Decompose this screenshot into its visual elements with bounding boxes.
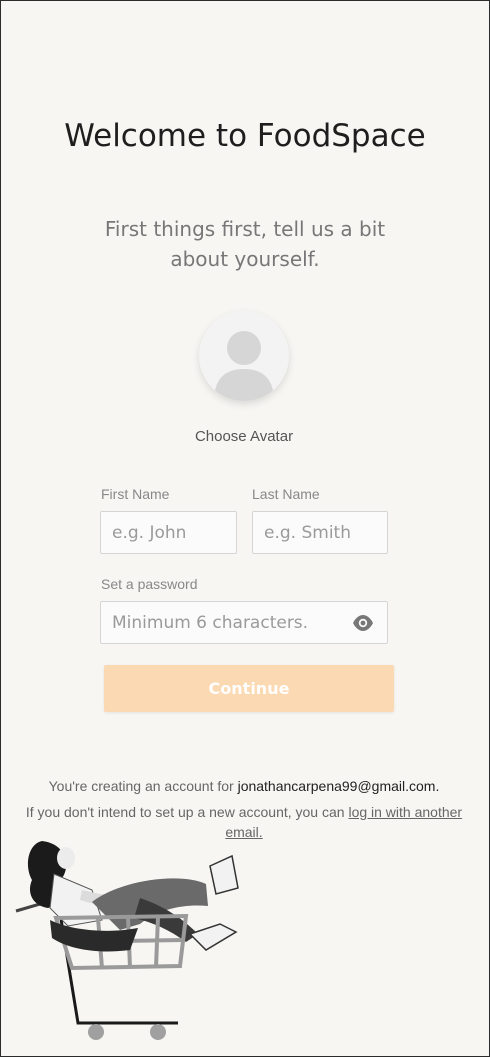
alternate-login-prefix: If you don't intend to set up a new acco… (25, 804, 345, 820)
first-name-input[interactable] (100, 511, 237, 554)
page-title: Welcome to FoodSpace (0, 112, 490, 160)
continue-button[interactable]: Continue (104, 665, 394, 712)
last-name-input[interactable] (252, 511, 388, 554)
page-title-text: Welcome to FoodSpace (64, 118, 426, 154)
account-prefix: You're creating an account for (48, 778, 234, 794)
shopping-cart-illustration (15, 841, 239, 1040)
eye-icon[interactable] (351, 613, 375, 633)
avatar-picker[interactable] (199, 311, 289, 401)
user-avatar-icon (199, 311, 289, 401)
alternate-login-info: If you don't intend to set up a new acco… (8, 802, 480, 842)
page-subtitle: First things first, tell us a bit about … (104, 217, 386, 271)
password-label: Set a password (101, 576, 198, 592)
first-name-label: First Name (101, 486, 170, 502)
last-name-label: Last Name (252, 486, 320, 502)
choose-avatar-link[interactable]: Choose Avatar (0, 428, 488, 445)
account-email: jonathancarpena99@gmail.com. (237, 778, 440, 794)
account-info: You're creating an account for jonathanc… (0, 776, 488, 796)
password-input[interactable] (100, 601, 388, 644)
